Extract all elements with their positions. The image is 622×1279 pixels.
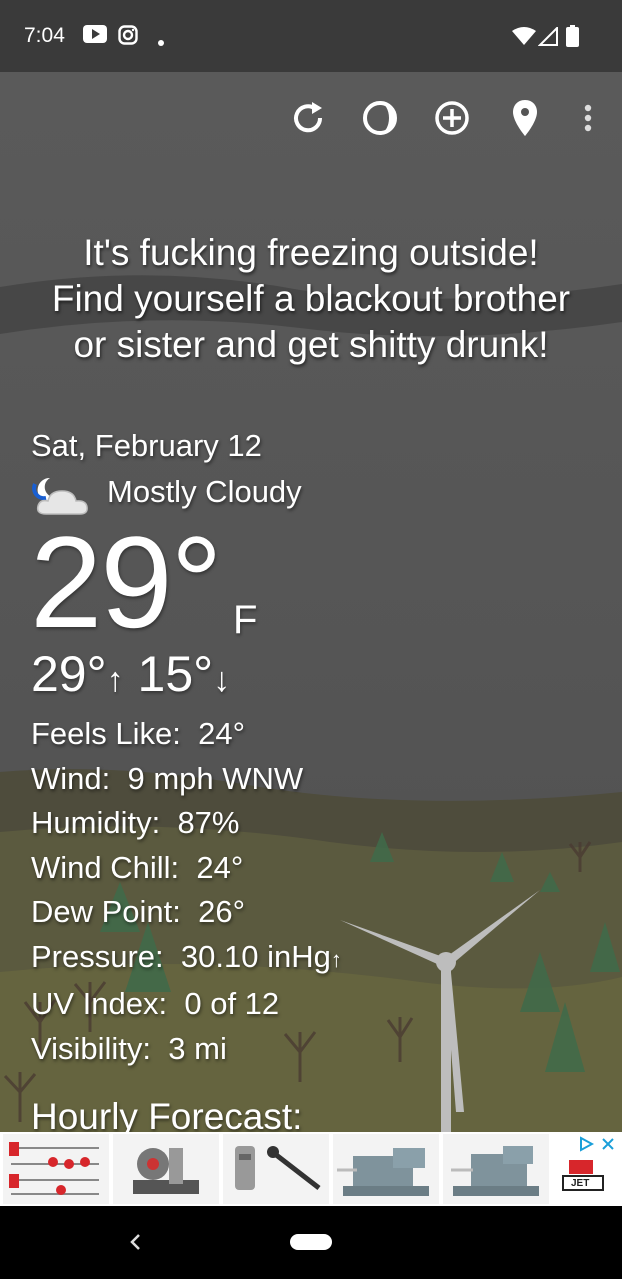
detail-value: 24° (196, 849, 244, 885)
home-pill-icon[interactable] (290, 1234, 332, 1255)
instagram-icon (118, 25, 138, 50)
more-options-button[interactable] (566, 96, 610, 140)
condition-text: Mostly Cloudy (107, 474, 302, 509)
refresh-button[interactable] (286, 96, 330, 140)
notification-dot (158, 33, 164, 51)
detail-humidity: Humidity: 87% (31, 801, 342, 846)
bench-vise-product[interactable] (333, 1134, 439, 1204)
detail-feels-like: Feels Like: 24° (31, 712, 342, 757)
close-icon[interactable] (600, 1136, 616, 1157)
headline-line: It's fucking freezing outside! (83, 232, 539, 273)
youtube-icon (83, 25, 107, 48)
detail-dew-point: Dew Point: 26° (31, 890, 342, 935)
headline-line: or sister and get shitty drunk! (73, 324, 549, 365)
low-temp: 15° (137, 646, 214, 702)
detail-label: Wind: (31, 760, 111, 796)
ad-banner[interactable]: JET (0, 1132, 622, 1206)
headline-line: Find yourself a blackout brother (51, 278, 571, 319)
high-arrow-icon: ↑ (106, 661, 124, 699)
status-bar: 7:04 (0, 0, 622, 72)
detail-value: 9 mph WNW (127, 760, 304, 796)
detail-value: 87% (177, 805, 240, 840)
more-options-icon (584, 104, 592, 132)
pressure-trend-icon: ↑ (330, 946, 342, 972)
theme-button[interactable] (358, 96, 402, 140)
detail-label: Wind Chill: (31, 849, 180, 885)
clamps-product[interactable] (3, 1134, 109, 1204)
weather-headline: It's fucking freezing outside! Find your… (0, 230, 622, 368)
detail-uv-index: UV Index: 0 of 12 (31, 982, 342, 1027)
current-temperature: 29° (30, 509, 223, 655)
detail-label: Feels Like: (31, 716, 181, 751)
detail-wind: Wind: 9 mph WNW (31, 757, 342, 802)
detail-value: 3 mi (168, 1030, 227, 1066)
drill-chuck-product[interactable] (223, 1134, 329, 1204)
detail-label: UV Index: (31, 986, 168, 1021)
weather-scene: It's fucking freezing outside! Find your… (0, 72, 622, 1132)
temperature-unit: F (233, 598, 258, 642)
bench-vise-2-product[interactable] (443, 1134, 549, 1204)
battery-icon (566, 25, 579, 52)
hourly-forecast-heading: Hourly Forecast: (31, 1096, 303, 1132)
refresh-icon (294, 102, 323, 133)
signal-icon (537, 25, 558, 51)
high-low: 29°↑ 15°↓ (31, 644, 230, 710)
location-pin-icon (513, 100, 537, 136)
status-time: 7:04 (24, 24, 65, 47)
detail-visibility: Visibility: 3 mi (31, 1027, 342, 1072)
detail-value: 26° (198, 894, 246, 929)
weather-details: Feels Like: 24° Wind: 9 mph WNW Humidity… (31, 712, 342, 1071)
adchoices-icon[interactable] (578, 1136, 595, 1157)
location-button[interactable] (503, 96, 547, 140)
belt-sander-product[interactable] (113, 1134, 219, 1204)
navigation-bar (0, 1206, 622, 1279)
detail-label: Humidity: (31, 805, 161, 840)
forecast-date: Sat, February 12 (31, 428, 262, 463)
detail-wind-chill: Wind Chill: 24° (31, 846, 342, 891)
detail-value: 0 of 12 (184, 986, 280, 1021)
detail-label: Visibility: (31, 1030, 152, 1066)
theme-icon (363, 101, 397, 135)
detail-pressure: Pressure: 30.10 inHg↑ (31, 935, 342, 983)
detail-label: Pressure: (31, 938, 164, 974)
brand-name: JET (571, 1178, 590, 1189)
back-icon[interactable] (126, 1232, 144, 1257)
add-location-icon (435, 101, 469, 135)
high-temp: 29° (31, 646, 107, 702)
detail-label: Dew Point: (31, 894, 181, 929)
add-location-button[interactable] (430, 96, 474, 140)
wifi-icon (512, 27, 536, 50)
low-arrow-icon: ↓ (213, 661, 231, 699)
detail-value: 24° (198, 716, 246, 751)
detail-value: 30.10 inHg (180, 938, 331, 974)
